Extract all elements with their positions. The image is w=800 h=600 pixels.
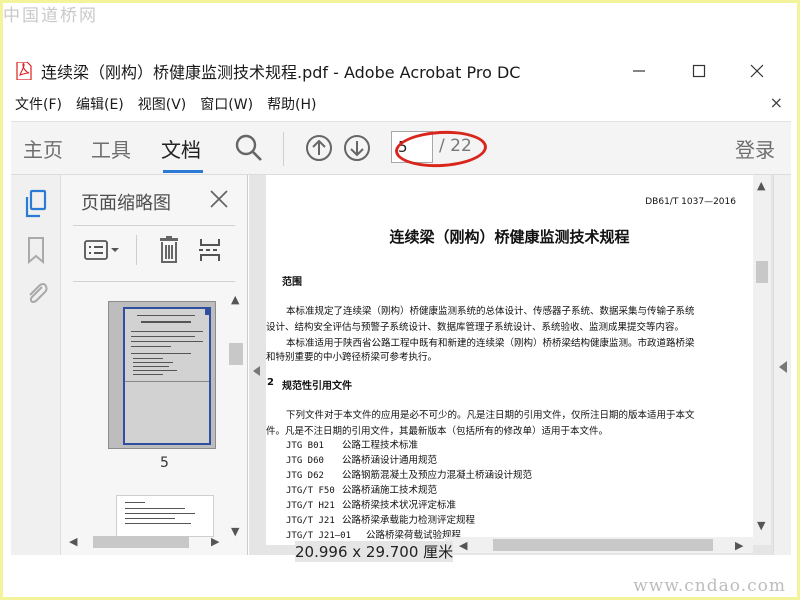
collapse-left-arrow[interactable] [253,361,261,376]
reference-item: JTG/T H21 公路桥梁技术状况评定标准 [286,500,457,511]
window-title: 连续梁（刚构）桥健康监测技术规程.pdf - Adobe Acrobat Pro… [41,63,521,82]
toolbar-divider [283,132,284,166]
reference-item: JTG/T J21—01 公路桥梁荷载试验规程 [286,530,462,541]
thumbnails-panel: 页面缩略图 5 ▲ ▼ ◀ ▶ [61,175,248,555]
page-thumbnails-icon[interactable] [23,189,51,219]
watermark-bottom: www.cndao.com [633,576,786,596]
login-button[interactable]: 登录 [735,134,775,163]
pdf-file-icon [16,61,32,81]
tab-document[interactable]: 文档 [161,134,201,163]
app-window: 连续梁（刚构）桥健康监测技术规程.pdf - Adobe Acrobat Pro… [3,3,797,597]
standard-number: DB61/T 1037—2016 [645,197,736,207]
watermark-top: 中国道桥网 [3,6,98,26]
panel-divider-2 [73,281,235,282]
tab-tools[interactable]: 工具 [91,134,131,163]
page-size-label: 20.996 x 29.700 厘米 [295,541,454,562]
pdf-page: DB61/T 1037—2016 连续梁（刚构）桥健康监测技术规程 范围 本标准… [266,175,753,545]
menu-file[interactable]: 文件(F) [15,94,62,114]
document-horizontal-scrollbar[interactable]: ◀ ▶ [445,537,753,553]
menu-bar: 文件(F) 编辑(E) 视图(V) 窗口(W) 帮助(H) × [3,91,797,117]
attachment-icon[interactable] [23,279,51,309]
section-number-2: 2 [267,377,274,388]
thumbnails-title: 页面缩略图 [81,193,171,214]
document-view[interactable]: DB61/T 1037—2016 连续梁（刚构）桥健康监测技术规程 范围 本标准… [249,175,773,562]
panel-divider [73,225,235,226]
close-icon[interactable] [209,189,229,209]
thumbnails-vertical-scrollbar[interactable]: ▲ ▼ [227,291,245,541]
section-heading-1: 范围 [282,277,302,288]
reference-item: JTG B01 公路工程技术标准 [286,440,419,451]
active-tab-indicator [163,170,203,173]
close-window-button[interactable] [737,55,777,87]
paragraph-line: 本标准规定了连续梁（刚构）桥健康监测系统的总体设计、传感器子系统、数据采集与传输… [286,306,695,317]
right-pane-toggle[interactable] [773,175,791,555]
title-bar: 连续梁（刚构）桥健康监测技术规程.pdf - Adobe Acrobat Pro… [3,55,797,87]
page-thumbnail-6[interactable] [116,495,214,537]
section-heading-2: 规范性引用文件 [282,381,352,392]
menu-help[interactable]: 帮助(H) [267,94,316,114]
thumbnail-options-icon[interactable] [83,235,123,265]
reference-item: JTG D62 公路钢筋混凝土及预应力混凝土桥涵设计规范 [286,470,533,481]
split-page-icon[interactable] [197,235,237,265]
menu-edit[interactable]: 编辑(E) [76,94,124,114]
search-icon[interactable] [233,132,265,164]
paragraph-line: 和特别重要的中小跨径桥梁可参考执行。 [266,352,438,363]
document-vertical-scrollbar[interactable]: ▲ ▼ [753,175,771,545]
thumbnail-page-number: 5 [160,455,169,471]
panel-toolbar-divider [136,235,137,265]
bookmark-icon[interactable] [23,235,51,265]
maximize-button[interactable] [679,55,719,87]
paragraph-line: 件。凡是不注日期的引用文件，其最新版本（包括所有的修改单）适用于本文件。 [266,426,609,437]
close-document-button[interactable]: × [770,93,783,112]
next-page-icon[interactable] [341,132,373,164]
page-thumbnail-selected [123,307,211,445]
paragraph-line: 本标准适用于陕西省公路工程中既有和新建的连续梁（刚构）桥桥梁结构健康监测。市政道… [286,338,695,349]
tab-home[interactable]: 主页 [23,134,63,163]
paragraph-line: 下列文件对于本文件的应用是必不可少的。凡是注日期的引用文件，仅所注日期的版本适用… [286,410,695,421]
thumbnails-horizontal-scrollbar[interactable]: ◀ ▶ [67,533,227,551]
menu-view[interactable]: 视图(V) [138,94,187,114]
delete-page-icon[interactable] [155,235,195,265]
paragraph-line: 设计、结构安全评估与预警子系统设计、数据库管理子系统设计、系统验收、监测成果提交… [266,322,685,333]
document-title: 连续梁（刚构）桥健康监测技术规程 [389,228,630,246]
reference-item: JTG D60 公路桥涵设计通用规范 [286,455,438,466]
left-navigation-rail [11,175,61,555]
reference-item: JTG/T F50 公路桥涵施工技术规范 [286,485,438,496]
menu-window[interactable]: 窗口(W) [200,94,253,114]
minimize-button[interactable] [619,55,659,87]
reference-item: JTG/T J21 公路桥梁承载能力检测评定规程 [286,515,476,526]
previous-page-icon[interactable] [303,132,335,164]
